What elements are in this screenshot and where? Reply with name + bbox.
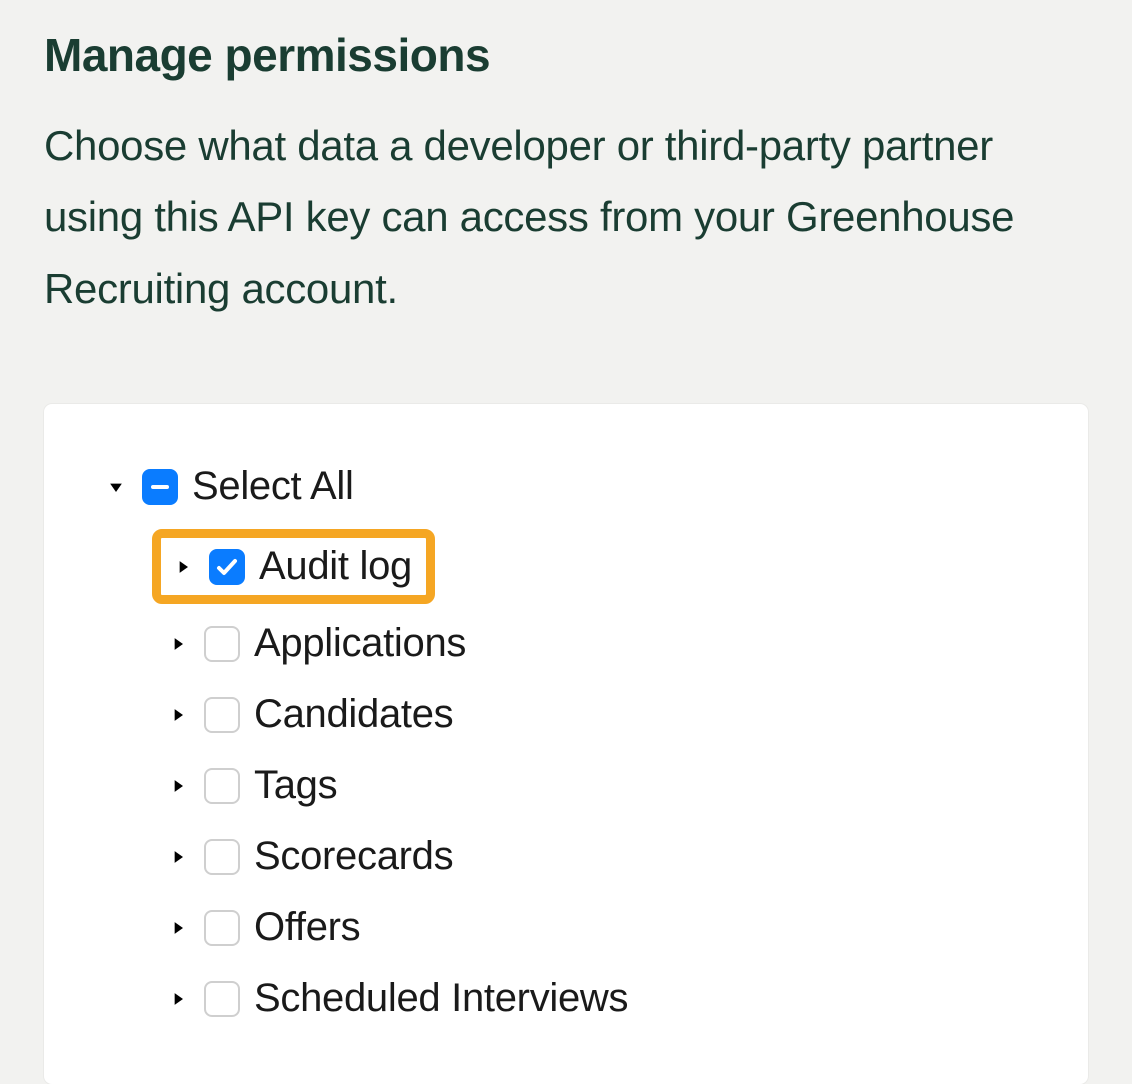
tree-item-candidates: Candidates xyxy=(166,679,1028,750)
scorecards-label: Scorecards xyxy=(254,834,453,879)
disclosure-toggle-down-icon[interactable] xyxy=(104,475,128,499)
checkbox-candidates[interactable] xyxy=(204,697,240,733)
disclosure-toggle-right-icon[interactable] xyxy=(171,555,195,579)
disclosure-toggle-right-icon[interactable] xyxy=(166,632,190,656)
candidates-label: Candidates xyxy=(254,692,453,737)
tree-item-scheduled-interviews: Scheduled Interviews xyxy=(166,963,1028,1034)
checkbox-applications[interactable] xyxy=(204,626,240,662)
disclosure-toggle-right-icon[interactable] xyxy=(166,774,190,798)
permissions-card: Select All Audit log Applications xyxy=(44,404,1088,1084)
offers-label: Offers xyxy=(254,905,360,950)
scheduled-interviews-label: Scheduled Interviews xyxy=(254,976,628,1021)
manage-permissions-page: Manage permissions Choose what data a de… xyxy=(0,0,1132,1084)
checkbox-select-all[interactable] xyxy=(142,469,178,505)
select-all-label: Select All xyxy=(192,464,354,509)
tree-item-applications: Applications xyxy=(166,608,1028,679)
tree-item-audit-log-highlighted: Audit log xyxy=(152,529,435,604)
tree-item-scorecards: Scorecards xyxy=(166,821,1028,892)
checkbox-audit-log[interactable] xyxy=(209,549,245,585)
page-description: Choose what data a developer or third-pa… xyxy=(44,110,1088,324)
disclosure-toggle-right-icon[interactable] xyxy=(166,916,190,940)
disclosure-toggle-right-icon[interactable] xyxy=(166,845,190,869)
checkbox-scheduled-interviews[interactable] xyxy=(204,981,240,1017)
tags-label: Tags xyxy=(254,763,337,808)
page-title: Manage permissions xyxy=(44,28,1088,82)
tree-item-tags: Tags xyxy=(166,750,1028,821)
disclosure-toggle-right-icon[interactable] xyxy=(166,703,190,727)
audit-log-label: Audit log xyxy=(259,544,412,589)
tree-item-offers: Offers xyxy=(166,892,1028,963)
disclosure-toggle-right-icon[interactable] xyxy=(166,987,190,1011)
applications-label: Applications xyxy=(254,621,466,666)
tree-root-select-all: Select All xyxy=(104,464,1028,509)
checkbox-offers[interactable] xyxy=(204,910,240,946)
checkbox-tags[interactable] xyxy=(204,768,240,804)
checkbox-scorecards[interactable] xyxy=(204,839,240,875)
